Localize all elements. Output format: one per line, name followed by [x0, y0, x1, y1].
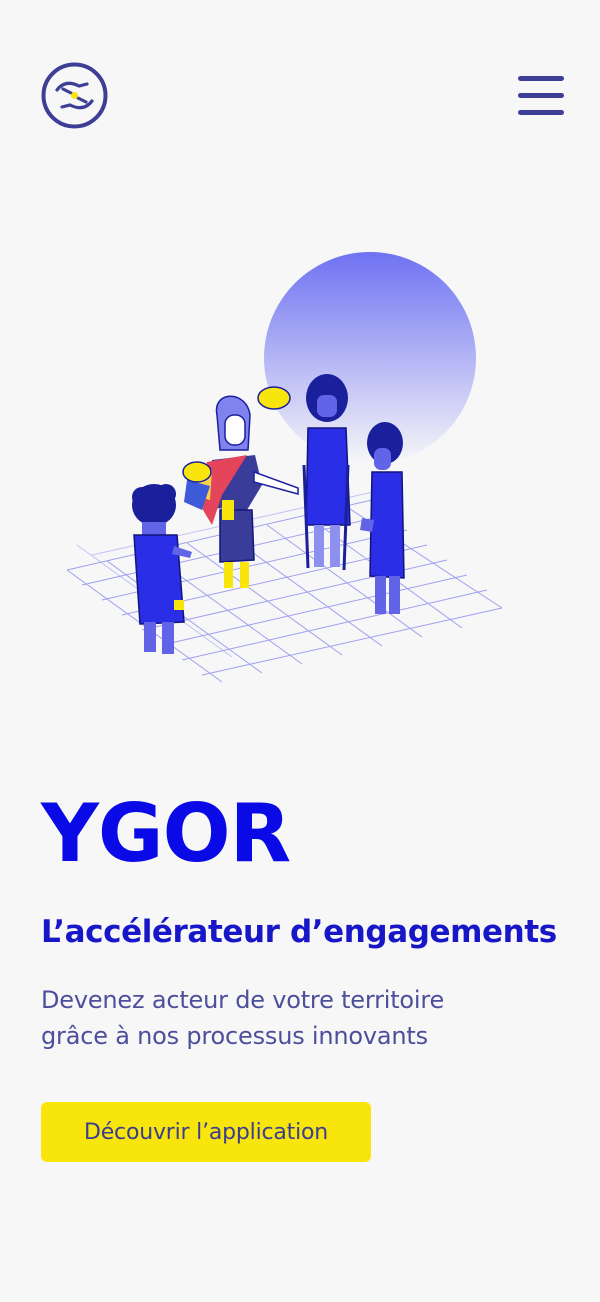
brand-title: YGOR: [41, 787, 291, 880]
logo[interactable]: [41, 62, 108, 129]
tagline: L’accélérateur d’engagements: [41, 914, 557, 950]
floor-grid: [66, 489, 503, 683]
hands-exchange-icon: [41, 62, 108, 129]
hamburger-menu-icon-bar: [518, 93, 564, 98]
menu-button[interactable]: [516, 74, 566, 116]
person-left: [132, 484, 192, 654]
people-conversation-illustration: [62, 250, 512, 700]
person-man-crutches: [302, 374, 351, 571]
landing-page: YGOR L’accélérateur d’engagements Devene…: [0, 0, 600, 1302]
hamburger-menu-icon-bar: [518, 110, 564, 115]
discover-app-button[interactable]: Découvrir l’application: [41, 1102, 371, 1162]
hero-description: Devenez acteur de votre territoire grâce…: [41, 986, 445, 1050]
hamburger-menu-icon: [518, 76, 564, 81]
